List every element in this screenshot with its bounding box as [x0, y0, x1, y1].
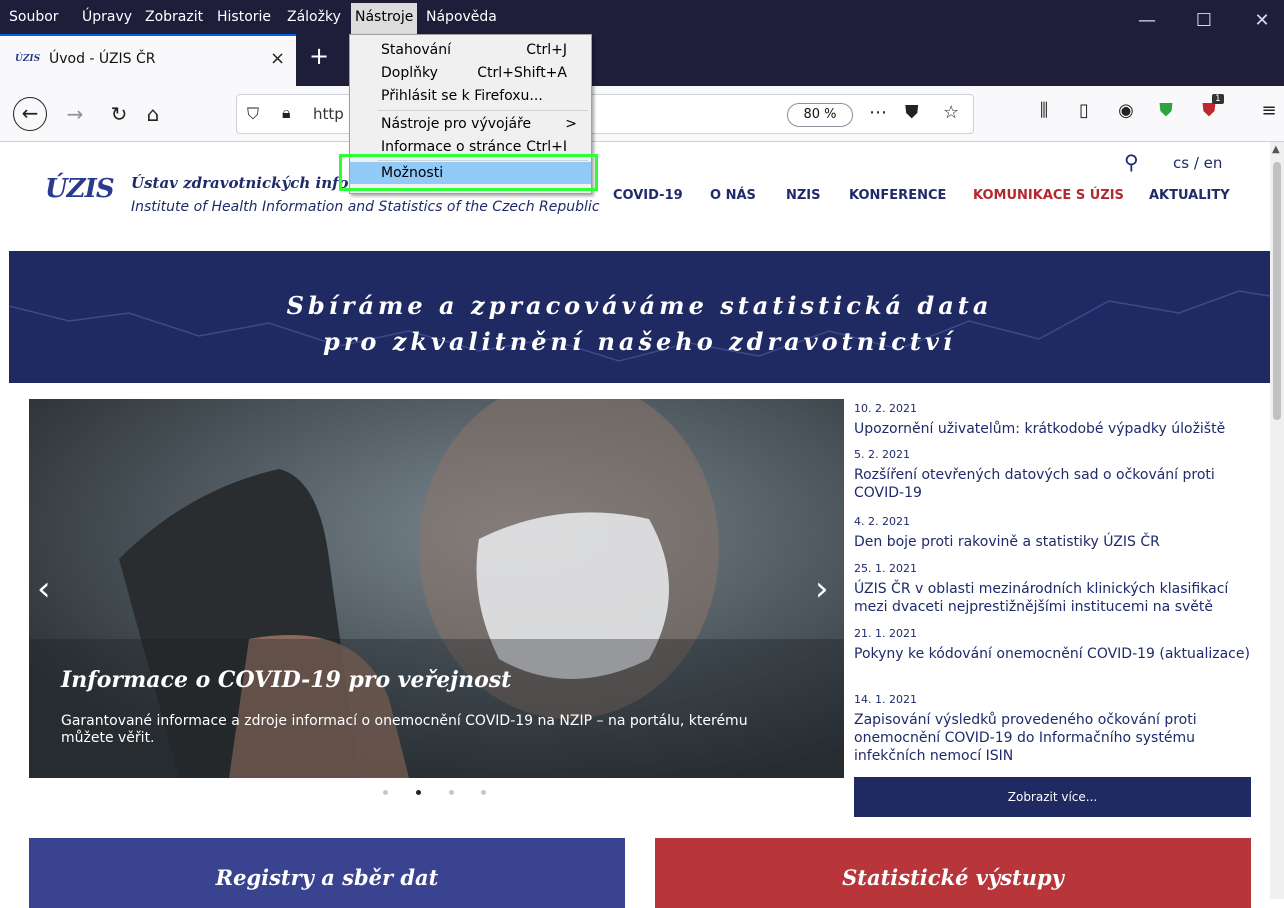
- menu-bar: Soubor Úpravy Zobrazit Historie Záložky …: [0, 0, 1284, 34]
- menu-nastroje[interactable]: Nástroje: [351, 3, 418, 34]
- bookmark-star-icon[interactable]: ☆: [943, 102, 959, 123]
- menu-soubor[interactable]: Soubor: [9, 9, 59, 25]
- ublock-badge: 1: [1212, 94, 1224, 104]
- maximize-button[interactable]: ☐: [1182, 0, 1226, 34]
- news-date: 25. 1. 2021: [854, 562, 917, 575]
- tab-close-icon[interactable]: ×: [270, 48, 285, 69]
- hamburger-menu-icon[interactable]: ≡: [1255, 100, 1283, 121]
- card-registry[interactable]: Registry a sběr dat: [29, 838, 625, 908]
- slider-dot[interactable]: [383, 790, 388, 795]
- forward-button[interactable]: →: [60, 99, 90, 129]
- slider-prev-icon[interactable]: ‹: [37, 569, 51, 609]
- card-statistika-title: Statistické výstupy: [842, 865, 1064, 890]
- news-date: 21. 1. 2021: [854, 627, 917, 640]
- slide-title[interactable]: Informace o COVID-19 pro veřejnost: [61, 667, 511, 693]
- tab-bar: ÚZIS Úvod - ÚZIS ČR × +: [0, 34, 1284, 86]
- site-search-icon[interactable]: ⚲: [1124, 150, 1139, 174]
- nav-aktuality[interactable]: AKTUALITY: [1149, 188, 1230, 203]
- hero-banner: Sbíráme a zpracováváme statistická data …: [9, 251, 1270, 383]
- account-icon[interactable]: ◉: [1112, 100, 1140, 121]
- close-window-button[interactable]: ✕: [1240, 0, 1284, 34]
- news-title[interactable]: Rozšíření otevřených datových sad o očko…: [854, 466, 1254, 502]
- show-more-button[interactable]: Zobrazit více...: [854, 777, 1251, 817]
- card-registry-title: Registry a sběr dat: [215, 865, 439, 890]
- hero-line-2: pro zkvalitnění našeho zdravotnictví: [322, 327, 957, 356]
- lock-icon[interactable]: 🔒︎: [282, 103, 291, 123]
- slider-dot-active[interactable]: [416, 790, 421, 795]
- news-title[interactable]: ÚZIS ČR v oblasti mezinárodních klinický…: [854, 580, 1254, 616]
- menu-historie[interactable]: Historie: [217, 9, 271, 25]
- uzis-logo[interactable]: ÚZIS: [45, 174, 115, 204]
- menu-item-nastroje-pro-vyvojare[interactable]: Nástroje pro vývojáře >: [350, 113, 591, 135]
- news-date: 5. 2. 2021: [854, 448, 910, 461]
- slider-dot[interactable]: [449, 790, 454, 795]
- org-name-en: Institute of Health Information and Stat…: [131, 199, 600, 215]
- library-icon[interactable]: ⫼: [1030, 100, 1058, 121]
- news-date: 14. 1. 2021: [854, 693, 917, 706]
- nav-komunikace[interactable]: KOMUNIKACE S ÚZIS: [973, 188, 1124, 203]
- menu-zobrazit[interactable]: Zobrazit: [145, 9, 203, 25]
- tracking-shield-icon[interactable]: ⛉: [247, 104, 259, 124]
- reload-button[interactable]: ↻: [104, 99, 134, 129]
- covid-slider[interactable]: ‹ › Informace o COVID-19 pro veřejnost G…: [29, 399, 844, 778]
- menu-upravy[interactable]: Úpravy: [82, 9, 132, 25]
- nav-konference[interactable]: KONFERENCE: [849, 188, 946, 203]
- home-button[interactable]: ⌂: [138, 99, 168, 129]
- hero-line-1: Sbíráme a zpracováváme statistická data: [286, 291, 993, 320]
- menu-item-stahovani[interactable]: Stahování Ctrl+J: [350, 39, 591, 61]
- sidebar-icon[interactable]: ▯: [1070, 100, 1098, 121]
- page-scrollbar[interactable]: ▲: [1270, 142, 1284, 899]
- tab-uvod[interactable]: ÚZIS Úvod - ÚZIS ČR ×: [0, 34, 296, 86]
- highlight-box: [339, 154, 598, 191]
- news-date: 10. 2. 2021: [854, 402, 917, 415]
- site-favicon-icon: ÚZIS: [15, 54, 41, 64]
- slider-dot[interactable]: [481, 790, 486, 795]
- news-title[interactable]: Zapisování výsledků provedeného očkování…: [854, 711, 1254, 765]
- menu-item-prihlasit[interactable]: Přihlásit se k Firefoxu...: [350, 85, 591, 107]
- news-date: 4. 2. 2021: [854, 515, 910, 528]
- news-title[interactable]: Upozornění uživatelům: krátkodobé výpadk…: [854, 420, 1254, 438]
- nav-o-nas[interactable]: O NÁS: [710, 188, 756, 203]
- nav-nzis[interactable]: NZIS: [786, 188, 821, 203]
- nav-bar: ← → ↻ ⌂ ⛉ 🔒︎ http 80 % ⋯ ⛊ ☆ ⫼ ▯ ◉ ⛊ ⛊ 1…: [0, 86, 1284, 142]
- minimize-button[interactable]: —: [1125, 0, 1169, 34]
- url-bar[interactable]: ⛉ 🔒︎ http 80 % ⋯ ⛊ ☆: [236, 94, 974, 134]
- tab-title: Úvod - ÚZIS ČR: [49, 51, 156, 67]
- language-switch[interactable]: cs / en: [1173, 154, 1222, 172]
- menu-item-doplnky[interactable]: Doplňky Ctrl+Shift+A: [350, 62, 591, 84]
- page-actions-icon[interactable]: ⋯: [869, 102, 887, 123]
- new-tab-button[interactable]: +: [309, 42, 329, 70]
- slider-next-icon[interactable]: ›: [815, 569, 829, 609]
- card-statistika[interactable]: Statistické výstupy: [655, 838, 1251, 908]
- menu-separator: [378, 110, 588, 111]
- news-title[interactable]: Den boje proti rakovině a statistiky ÚZI…: [854, 533, 1254, 551]
- menu-zalozky[interactable]: Záložky: [287, 9, 341, 25]
- zoom-level-button[interactable]: 80 %: [787, 103, 853, 127]
- slide-text: Garantované informace a zdroje informací…: [61, 713, 748, 746]
- back-button[interactable]: ←: [13, 97, 47, 131]
- url-text[interactable]: http: [313, 105, 344, 123]
- scroll-up-icon[interactable]: ▲: [1272, 144, 1280, 155]
- menu-napoveda[interactable]: Nápověda: [426, 9, 497, 25]
- scrollbar-thumb[interactable]: [1273, 162, 1281, 420]
- extension-shield-icon[interactable]: ⛊: [1152, 100, 1180, 121]
- submenu-chevron-icon: >: [565, 116, 577, 132]
- pocket-icon[interactable]: ⛊: [905, 102, 919, 123]
- nav-covid[interactable]: COVID-19: [613, 188, 683, 203]
- news-title[interactable]: Pokyny ke kódování onemocnění COVID-19 (…: [854, 645, 1254, 663]
